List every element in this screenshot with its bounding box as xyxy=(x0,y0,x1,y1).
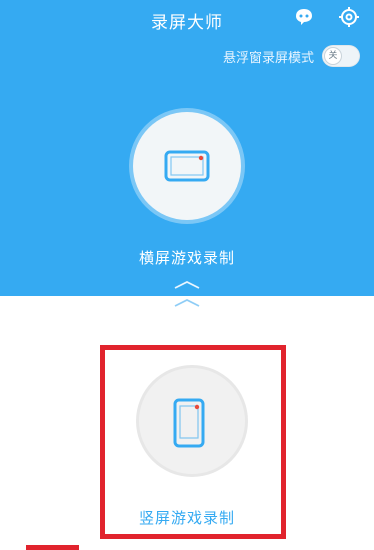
gear-icon[interactable] xyxy=(338,6,360,28)
highlight-box xyxy=(100,345,286,539)
landscape-phone-icon xyxy=(164,150,210,182)
toggle-knob: 关 xyxy=(324,47,342,65)
floating-mode-toggle[interactable]: 关 xyxy=(322,45,360,67)
floating-mode-label: 悬浮窗录屏模式 xyxy=(222,50,314,66)
app-title: 录屏大师 xyxy=(151,13,223,33)
header-panel: 录屏大师 悬浮窗录屏模式 关 横屏游戏录制 xyxy=(0,0,374,296)
floating-mode-row: 悬浮窗录屏模式 关 xyxy=(223,45,360,67)
landscape-record-button[interactable] xyxy=(133,112,241,220)
bottom-edge-strip xyxy=(26,545,79,550)
chevron-up-icon xyxy=(174,298,200,307)
chevron-up-icon xyxy=(174,280,200,289)
landscape-record-label: 横屏游戏录制 xyxy=(138,249,235,267)
feedback-chat-icon[interactable] xyxy=(293,6,315,28)
